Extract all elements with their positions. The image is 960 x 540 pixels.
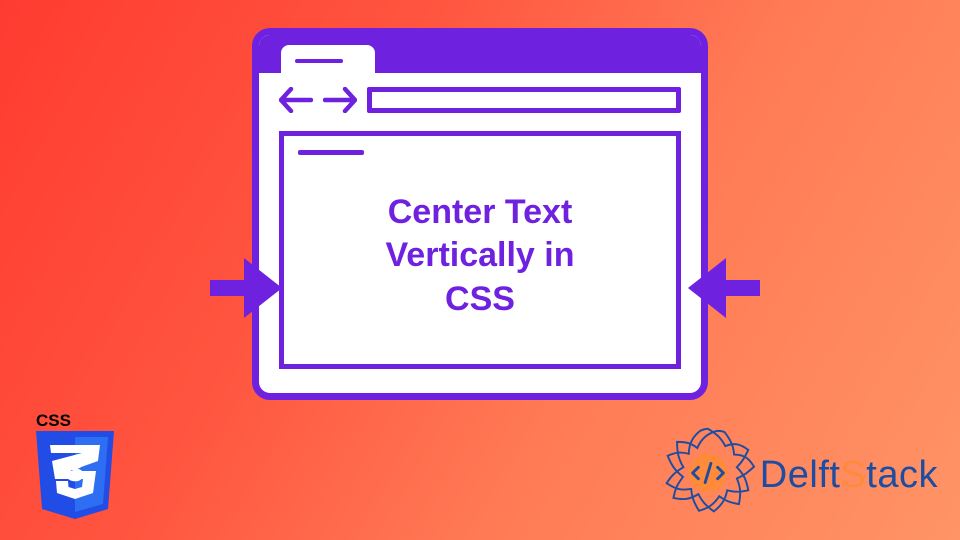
content-dash [298,150,364,155]
browser-illustration: Center Text Vertically in CSS [252,28,708,400]
css-badge-label: CSS [36,411,71,430]
big-arrow-left-icon [688,258,760,323]
browser-tab [281,45,375,73]
browser-toolbar [259,73,701,123]
back-arrow-icon [279,87,313,113]
content-box: Center Text Vertically in CSS [279,131,681,369]
brand-suffix: tack [866,454,938,496]
big-arrow-right-icon [210,258,282,323]
delftstack-brand: DelftStack [660,425,938,526]
css-badge-glyph: 3 [66,451,85,489]
delftstack-wordmark: DelftStack [760,454,938,497]
browser-viewport: Center Text Vertically in CSS [259,123,701,393]
delftstack-logo-icon [660,425,756,526]
brand-prefix: Delft [760,454,841,496]
brand-s: S [840,454,866,496]
browser-frame: Center Text Vertically in CSS [252,28,708,400]
main-heading: Center Text Vertically in CSS [360,191,600,322]
forward-arrow-icon [323,87,357,113]
browser-tab-bar [259,35,701,73]
browser-url-bar [367,87,681,113]
css3-badge-icon: CSS 3 [32,411,118,528]
